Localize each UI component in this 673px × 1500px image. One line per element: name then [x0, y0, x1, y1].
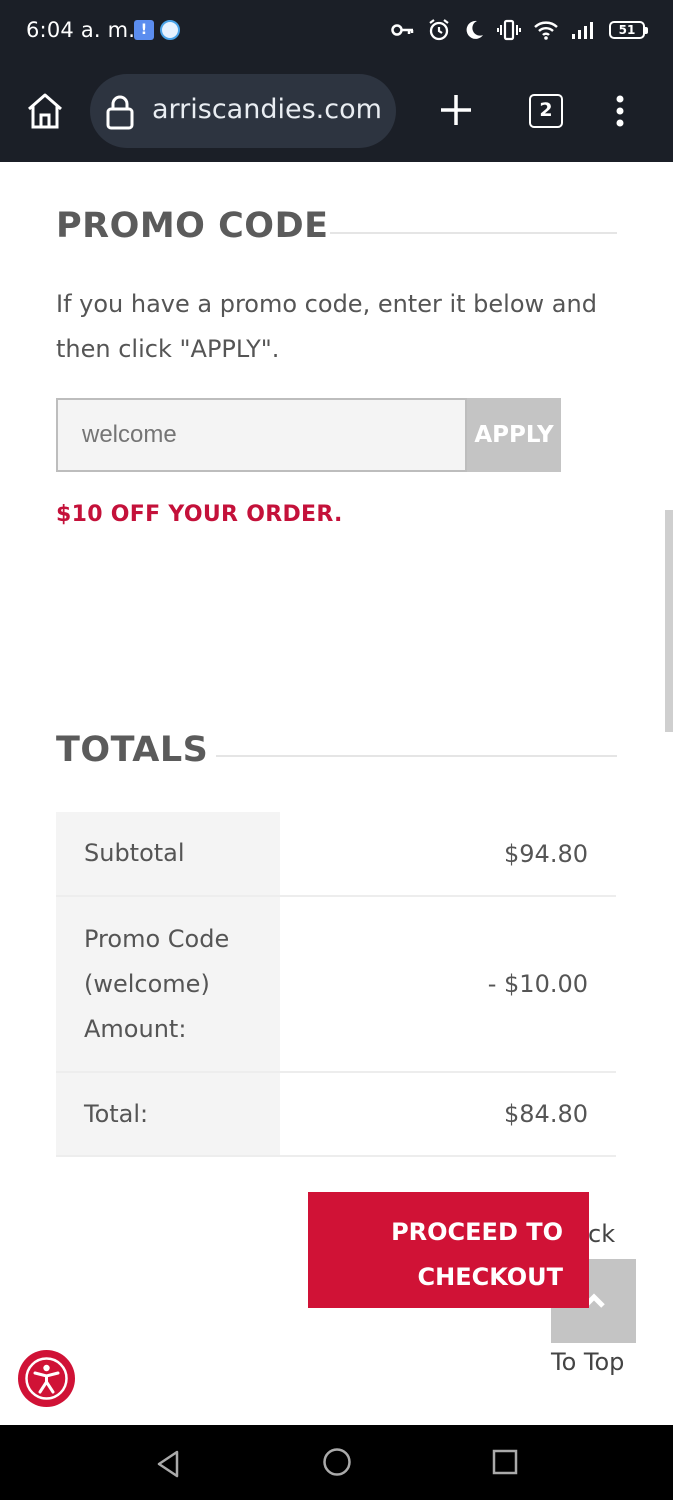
lock-icon: [106, 95, 134, 130]
promo-amount-label: Promo Code (welcome) Amount:: [56, 897, 280, 1071]
total-label: Total:: [56, 1073, 280, 1155]
status-bar: 6:04 a. m. ! 51: [0, 0, 673, 64]
status-time: 6:04 a. m.: [26, 18, 136, 42]
accessibility-icon: [25, 1357, 68, 1400]
app-notification-icon: [160, 20, 180, 40]
new-tab-plus-icon[interactable]: [438, 92, 474, 128]
key-icon: [391, 24, 414, 36]
totals-heading-divider: [216, 755, 617, 757]
more-menu-icon[interactable]: [612, 94, 628, 128]
total-value: $84.80: [504, 1100, 588, 1128]
browser-toolbar: arriscandies.com 2: [0, 64, 673, 162]
promo-code-input[interactable]: [56, 398, 467, 472]
wifi-icon: [534, 21, 558, 40]
table-row-promo-amount: Promo Code (welcome) Amount: - $10.00: [56, 897, 616, 1073]
accessibility-button[interactable]: [18, 1350, 75, 1407]
back-link-partial[interactable]: ck: [588, 1220, 615, 1248]
to-top-label[interactable]: To Top: [551, 1348, 624, 1376]
promo-success-message: $10 OFF YOUR ORDER.: [56, 502, 343, 527]
scrollbar-thumb[interactable]: [665, 510, 673, 732]
alert-notification-icon: !: [134, 20, 154, 40]
promo-description: If you have a promo code, enter it below…: [56, 290, 597, 363]
page-content: PROMO CODE If you have a promo code, ent…: [0, 162, 673, 1425]
promo-amount-value: - $10.00: [487, 970, 588, 998]
back-triangle-icon[interactable]: [155, 1449, 181, 1479]
proceed-to-checkout-button[interactable]: PROCEED TO CHECKOUT: [308, 1192, 589, 1308]
subtotal-value: $94.80: [504, 839, 588, 868]
url-text: arriscandies.com: [152, 94, 382, 125]
vibrate-icon: [497, 19, 521, 41]
system-icons: 51: [391, 18, 648, 42]
promo-heading-divider: [330, 232, 617, 234]
tab-switcher-button[interactable]: 2: [529, 94, 563, 128]
apply-button[interactable]: APPLY: [467, 398, 561, 472]
table-row-subtotal: Subtotal $94.80: [56, 812, 616, 897]
home-icon[interactable]: [24, 90, 66, 132]
subtotal-label: Subtotal: [56, 812, 280, 895]
battery-icon: 51: [609, 21, 648, 39]
promo-code-heading: PROMO CODE: [56, 206, 329, 246]
notification-icons: !: [134, 20, 180, 40]
address-bar[interactable]: arriscandies.com: [90, 74, 396, 148]
totals-table: Subtotal $94.80 Promo Code (welcome) Amo…: [56, 812, 616, 1157]
signal-icon: [572, 22, 593, 39]
recent-apps-icon[interactable]: [492, 1449, 518, 1475]
table-row-total: Total: $84.80: [56, 1073, 616, 1157]
totals-heading: TOTALS: [56, 730, 209, 770]
home-circle-icon[interactable]: [322, 1447, 352, 1477]
alarm-icon: [429, 19, 449, 41]
system-navigation-bar: [0, 1425, 673, 1500]
moon-icon: [466, 20, 483, 39]
